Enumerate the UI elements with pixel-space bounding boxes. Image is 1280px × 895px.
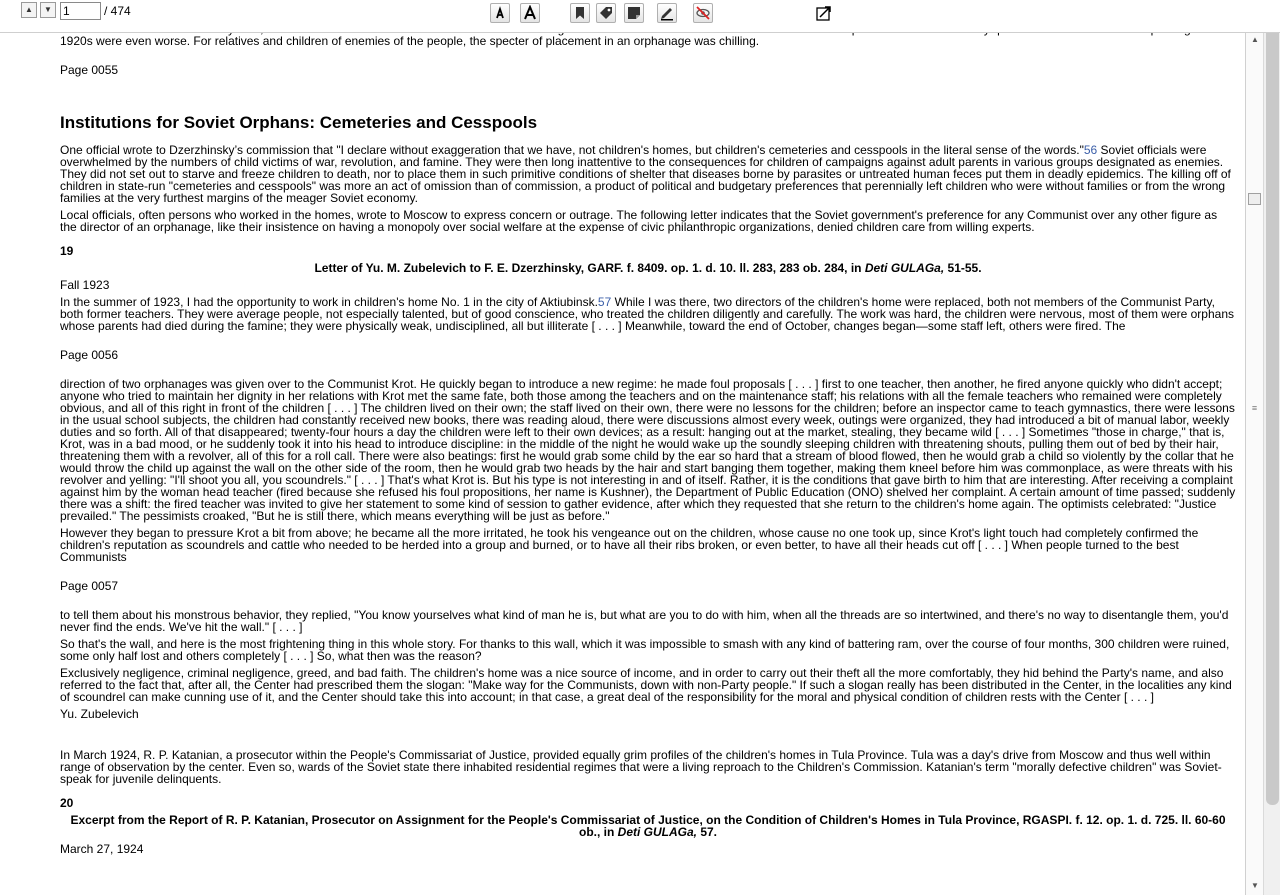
title-text: 57. (697, 825, 718, 839)
highlight-pen-icon[interactable] (657, 3, 677, 23)
expand-icon[interactable] (814, 3, 834, 23)
document-number: 20 (60, 796, 74, 810)
signature: Yu. Zubelevich (60, 707, 139, 721)
body-paragraph: So that's the wall, and here is the most… (60, 637, 1230, 663)
window-scrollbar[interactable] (1263, 0, 1280, 895)
reader-toolbar: ▲ ▼ / 474 (0, 0, 1280, 33)
document-content: the mitochondria of the Soviet system, s… (60, 33, 1236, 860)
document-number: 19 (60, 244, 74, 258)
bookmark-icon[interactable] (570, 3, 590, 23)
note-icon[interactable] (624, 3, 644, 23)
body-paragraph: Exclusively negligence, criminal neglige… (60, 666, 1232, 704)
body-paragraph: In the summer of 1923, I had the opportu… (60, 296, 1236, 332)
body-paragraph: One official wrote to Dzerzhinsky’s comm… (60, 144, 1236, 204)
scroll-up-arrow-icon[interactable]: ▲ (1249, 35, 1261, 45)
window-scrollbar-thumb[interactable] (1266, 10, 1279, 805)
body-paragraph: Local officials, often persons who worke… (60, 208, 1218, 234)
title-text: Letter of Yu. M. Zubelevich to F. E. Dze… (314, 261, 865, 275)
page-up-icon[interactable]: ▲ (21, 2, 37, 18)
document-view[interactable]: the mitochondria of the Soviet system, s… (0, 33, 1245, 895)
document-title: Letter of Yu. M. Zubelevich to F. E. Dze… (60, 262, 1236, 274)
page-marker: Page 0057 (60, 579, 119, 593)
section-heading: Institutions for Soviet Orphans: Cemeter… (60, 113, 538, 132)
body-paragraph: direction of two orphanages was given ov… (60, 377, 1236, 523)
page-number-input[interactable] (60, 2, 101, 20)
title-italic: Deti GULAGa, (864, 261, 945, 275)
body-paragraph: to tell them about his monstrous behavio… (60, 608, 1229, 634)
title-italic: Deti GULAGa, (617, 825, 697, 839)
font-decrease-icon[interactable] (490, 3, 510, 23)
scroll-marker[interactable] (1248, 193, 1261, 205)
document-title: Excerpt from the Report of R. P. Katania… (60, 814, 1236, 838)
scroll-down-arrow-icon[interactable]: ▼ (1249, 881, 1261, 891)
document-scrollbar[interactable]: ▲ ≡ ▼ (1245, 33, 1263, 895)
document-date: March 27, 1924 (60, 842, 144, 856)
page-down-icon[interactable]: ▼ (40, 2, 56, 18)
body-paragraph: In March 1924, R. P. Katanian, a prosecu… (60, 748, 1222, 786)
title-text: 51-55. (944, 261, 982, 275)
hide-annotations-icon[interactable] (693, 3, 713, 23)
font-increase-icon[interactable] (520, 3, 540, 23)
document-date: Fall 1923 (60, 278, 110, 292)
body-paragraph: However they began to pressure Krot a bi… (60, 526, 1199, 564)
page-marker: Page 0055 (60, 63, 119, 77)
scroll-grip-icon[interactable]: ≡ (1248, 403, 1261, 415)
page-marker: Page 0056 (60, 348, 119, 362)
page-total-label: / 474 (104, 4, 131, 18)
body-paragraph: the mitochondria of the Soviet system, s… (60, 33, 1236, 48)
tag-icon[interactable] (596, 3, 616, 23)
